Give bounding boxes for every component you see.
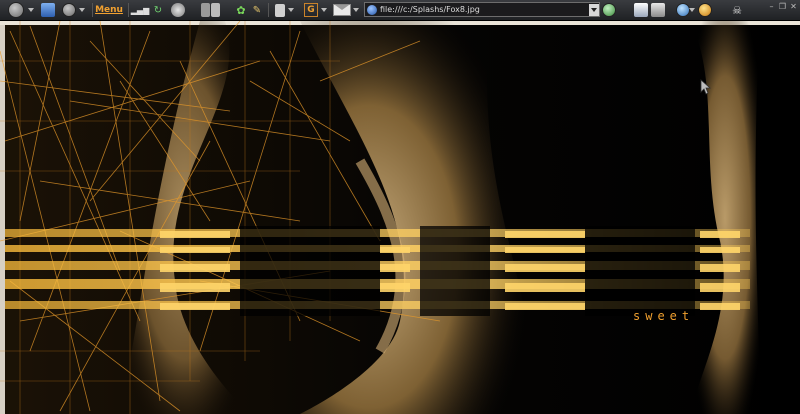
google-icon: G [304, 3, 318, 17]
mouse-pointer-icon [700, 79, 712, 95]
tools-button[interactable]: ✎ [250, 2, 264, 18]
home-button[interactable] [38, 2, 58, 18]
go-button[interactable] [602, 2, 616, 18]
toolbar-separator [268, 3, 269, 17]
go-icon [602, 3, 616, 17]
caption-text: sweet [633, 309, 695, 323]
addons-button[interactable]: ✿ [233, 2, 249, 18]
copy-button[interactable] [198, 2, 222, 18]
forward-arrow-icon [62, 3, 76, 17]
signal-button[interactable]: ▂▄▆ [130, 2, 150, 18]
forward-history-dropdown[interactable] [78, 2, 86, 18]
browser-toolbar: Menu ▂▄▆ ↻ ✿ ✎ G file:///c:/Splashs/Fox8… [0, 0, 800, 21]
mail-dropdown[interactable] [352, 2, 360, 18]
menu-label: Menu [95, 5, 123, 15]
skull-icon: ☠ [732, 3, 742, 17]
ie-button[interactable] [698, 2, 712, 18]
chevron-down-icon [689, 8, 695, 12]
mail-button[interactable] [333, 2, 351, 18]
chevron-down-icon [288, 8, 294, 12]
signal-bars-icon: ▂▄▆ [130, 5, 150, 15]
address-bar [364, 2, 600, 17]
add-bookmark-button[interactable] [170, 2, 186, 18]
refresh-icon: ↻ [153, 4, 163, 16]
page-dropdown[interactable] [287, 2, 295, 18]
chevron-down-icon [591, 7, 597, 12]
page-button[interactable] [274, 2, 286, 18]
globe-icon [367, 4, 377, 15]
copy-icon [200, 3, 210, 17]
globe-dropdown[interactable] [688, 2, 696, 18]
add-page-icon [171, 3, 185, 17]
refresh-button[interactable]: ↻ [150, 2, 166, 18]
address-input[interactable] [380, 3, 589, 16]
puzzle-icon: ✿ [236, 3, 246, 17]
toolbar-separator [128, 3, 129, 17]
chevron-down-icon [79, 8, 85, 12]
menu-button[interactable]: Menu [95, 2, 123, 18]
address-dropdown[interactable] [589, 3, 599, 16]
google-search-button[interactable]: G [303, 2, 319, 18]
splash-artwork [0, 21, 800, 414]
mail-icon [333, 4, 351, 16]
screenshot-icon [634, 3, 648, 17]
home-icon [41, 3, 55, 17]
skull-button[interactable]: ☠ [730, 2, 744, 18]
chevron-down-icon [28, 8, 34, 12]
ie-logo-icon [698, 3, 712, 17]
copy-icon-secondary [210, 3, 220, 17]
wrench-icon: ✎ [252, 4, 262, 16]
minimize-icon[interactable]: – [767, 2, 776, 11]
printer-icon [651, 3, 665, 17]
chevron-down-icon [353, 8, 359, 12]
back-button[interactable] [6, 2, 26, 18]
chevron-down-icon [321, 8, 327, 12]
screenshot-button[interactable] [632, 2, 650, 18]
print-button[interactable] [650, 2, 666, 18]
page-icon [275, 3, 285, 17]
back-history-dropdown[interactable] [27, 2, 35, 18]
image-viewport: sweet [0, 21, 800, 414]
window-controls: – ❐ ✕ [767, 2, 798, 11]
close-icon[interactable]: ✕ [789, 2, 798, 11]
toolbar-separator [92, 3, 93, 17]
restore-icon[interactable]: ❐ [778, 2, 787, 11]
forward-button[interactable] [60, 2, 78, 18]
back-arrow-icon [8, 2, 24, 18]
search-dropdown[interactable] [320, 2, 328, 18]
